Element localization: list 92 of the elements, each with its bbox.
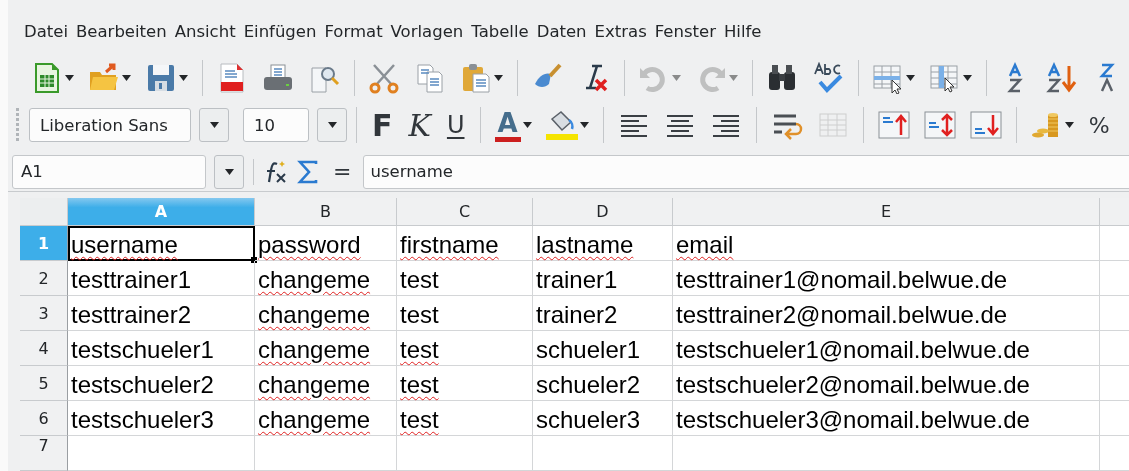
table-cell: password	[258, 231, 361, 259]
table-cell: changeme	[258, 371, 371, 399]
table-cell: trainer2	[536, 301, 618, 329]
table-cell: email	[676, 231, 734, 259]
menu-item[interactable]: Hilfe	[721, 22, 768, 42]
table-cell: changeme	[258, 336, 371, 364]
table-cell: test	[400, 371, 439, 399]
empty-cell[interactable]	[397, 436, 533, 471]
row-header[interactable]: 4	[20, 331, 68, 366]
menu-item[interactable]: Extras	[592, 22, 653, 42]
caret-icon	[494, 75, 504, 82]
table-cell: username	[71, 231, 178, 259]
caret-icon	[962, 75, 972, 82]
menu-item[interactable]: Ansicht	[172, 22, 242, 42]
column-header[interactable]: C	[397, 198, 533, 226]
table-cell: schueler2	[536, 371, 641, 399]
dropdown-button[interactable]	[199, 108, 229, 143]
sort-descending-icon	[1045, 62, 1078, 95]
table-cell: testschueler1@nomail.belwue.de	[676, 336, 1030, 364]
table-columns-icon	[928, 62, 961, 95]
menu-item[interactable]: Daten	[534, 22, 593, 42]
table-cell: schueler1	[536, 336, 641, 364]
font-name-field[interactable]: Liberation Sans	[29, 108, 191, 143]
align-top-icon	[877, 109, 910, 142]
menu-item[interactable]: Format	[322, 22, 389, 42]
underline-button[interactable]: U	[440, 105, 471, 146]
table-cell: testschueler3@nomail.belwue.de	[676, 406, 1030, 434]
table-cell: changeme	[258, 301, 371, 329]
dropdown-button[interactable]	[214, 154, 244, 189]
table-cell: testtrainer2@nomail.belwue.de	[676, 301, 1008, 329]
font-size-field[interactable]: 10	[243, 108, 309, 143]
column-header[interactable]: B	[255, 198, 397, 226]
caret-icon	[728, 75, 738, 82]
caret-icon	[327, 122, 337, 129]
menu-item[interactable]: Bearbeiten	[74, 22, 173, 42]
table-cell: testtrainer1	[71, 266, 192, 294]
dropdown-button[interactable]	[317, 108, 347, 143]
row-header[interactable]: 6	[20, 401, 68, 436]
row-header[interactable]: 3	[20, 296, 68, 331]
column-header[interactable]: E	[673, 198, 1100, 226]
italic-button[interactable]: K	[402, 105, 437, 146]
empty-cell[interactable]	[673, 436, 1100, 471]
table-cell: testtrainer1@nomail.belwue.de	[676, 266, 1008, 294]
percent-button[interactable]: %	[1082, 105, 1116, 146]
table-cell: test	[400, 406, 439, 434]
caret-icon	[671, 75, 681, 82]
table-cell: test	[400, 336, 439, 364]
formula-button[interactable]: =	[325, 159, 360, 185]
caret-icon	[179, 75, 189, 82]
table-cell: schueler3	[536, 406, 641, 434]
caret-icon	[1064, 122, 1074, 129]
table-cell: testschueler2	[71, 371, 214, 399]
table-cell: test	[400, 266, 439, 294]
align-bottom-icon	[969, 109, 1002, 142]
column-header[interactable]: D	[533, 198, 673, 226]
row-header[interactable]: 2	[20, 261, 68, 296]
caret-icon	[122, 75, 132, 82]
clipboard-icon	[460, 62, 493, 95]
menu-item[interactable]: Tabelle	[469, 22, 535, 42]
table-cell: test	[400, 301, 439, 329]
menu-item[interactable]: Einfügen	[241, 22, 323, 42]
table-cell: changeme	[258, 406, 371, 434]
caret-icon	[905, 75, 915, 82]
menu-item[interactable]: Fenster	[652, 22, 722, 42]
table-cell: testschueler3	[71, 406, 214, 434]
caret-icon	[579, 122, 589, 129]
formula-input[interactable]: username	[363, 154, 1129, 189]
menu-item[interactable]: Datei	[22, 22, 75, 42]
table-cell: firstname	[400, 231, 499, 259]
empty-cell[interactable]	[255, 436, 397, 471]
align-middle-icon	[923, 109, 956, 142]
caret-icon	[209, 122, 219, 129]
bold-button[interactable]: F	[366, 105, 399, 146]
table-rows-icon	[871, 62, 904, 95]
table-cell: lastname	[536, 231, 634, 259]
table-cell: changeme	[258, 266, 371, 294]
caret-icon	[65, 75, 75, 82]
font-color-button[interactable]: A	[489, 105, 537, 146]
spellcheck-icon	[811, 62, 844, 95]
name-box[interactable]: A1	[12, 154, 206, 189]
scissors-icon	[368, 62, 401, 95]
menu-item[interactable]: Vorlagen	[388, 22, 470, 42]
empty-cell[interactable]	[533, 436, 673, 471]
caret-icon	[224, 168, 234, 175]
table-cell: trainer1	[536, 266, 618, 294]
paint-bucket-icon	[545, 109, 578, 142]
table-cell: testschueler1	[71, 336, 214, 364]
row-header[interactable]: 7	[20, 436, 68, 471]
table-cell: testtrainer2	[71, 301, 192, 329]
table-cell: testschueler2@nomail.belwue.de	[676, 371, 1030, 399]
caret-icon	[522, 122, 532, 129]
row-header[interactable]: 5	[20, 366, 68, 401]
